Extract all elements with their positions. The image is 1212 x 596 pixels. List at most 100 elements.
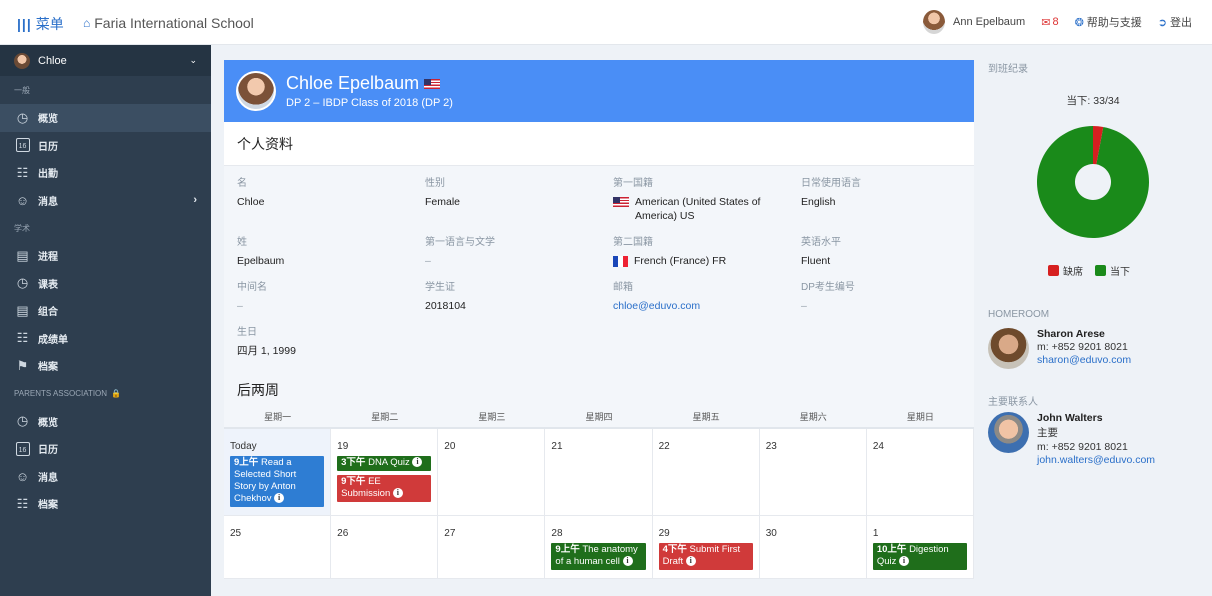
primary-contact: John Walters 主要 m: +852 9201 8021 john.w… xyxy=(988,412,1155,466)
info-icon: i xyxy=(685,556,696,567)
sidebar-item-pa-calendar[interactable]: 16 日历 xyxy=(0,435,211,463)
logout-button[interactable]: ➲ 登出 xyxy=(1158,14,1192,30)
sidebar-item-progress[interactable]: ▤ 进程 xyxy=(0,242,211,270)
portfolio-icon: ▤ xyxy=(16,302,29,318)
top-bar: ||| 菜单 ⌂ Faria International School Ann … xyxy=(0,0,1212,45)
calendar-day[interactable]: 28 9上午 The anatomy of a human cell i xyxy=(545,516,653,579)
field-value: American (United States of America) US xyxy=(635,196,761,222)
calendar-icon: 16 xyxy=(14,137,31,154)
mail-button[interactable]: ✉ 8 xyxy=(1041,16,1058,29)
progress-icon: ▤ xyxy=(16,247,29,263)
calendar-day[interactable]: 22 xyxy=(652,429,760,516)
calendar-event[interactable]: 9下午 EE Submission i xyxy=(337,475,432,502)
primary-contact-avatar xyxy=(988,412,1029,453)
calendar-day[interactable]: 24 xyxy=(866,429,974,516)
calendar-week-2: 25 26 27 28 9上午 The anatomy of a human c… xyxy=(224,516,974,579)
event-time: 10上午 xyxy=(876,544,907,555)
calendar-day[interactable]: 20 xyxy=(438,429,546,516)
field-label: 名 xyxy=(237,178,247,189)
school-name: Faria International School xyxy=(94,15,254,31)
sidebar-item-pa-files[interactable]: ☷ 档案 xyxy=(0,490,211,518)
calendar-day[interactable]: 19 3下午 DNA Quiz i 9下午 EE Submission i xyxy=(331,429,439,516)
two-week-calendar: 星期一 星期二 星期三 星期四 星期五 星期六 星期日 Today 9上午 Re… xyxy=(224,406,974,579)
calendar-event[interactable]: 3下午 DNA Quiz i xyxy=(337,456,432,471)
calendar-day[interactable]: 30 xyxy=(759,516,867,579)
student-avatar xyxy=(14,52,30,69)
primary-contact-email-link[interactable]: john.walters@eduvo.com xyxy=(1037,454,1155,466)
report-icon: ☷ xyxy=(16,330,29,346)
calendar-icon: 16 xyxy=(14,440,31,457)
home-icon: ⌂ xyxy=(83,16,91,30)
primary-contact-label: 主要联系人 xyxy=(988,397,1038,408)
chevron-down-icon: ⌄ xyxy=(189,55,197,65)
day-number: 28 xyxy=(551,528,563,539)
calendar-event[interactable]: 9上午 Read a Selected Short Story by Anton… xyxy=(230,456,325,507)
field-value: Epelbaum xyxy=(237,255,285,267)
calendar-day[interactable]: 23 xyxy=(759,429,867,516)
day-number: 29 xyxy=(658,528,670,539)
field-label: 第二国籍 xyxy=(613,237,653,248)
calendar-event[interactable]: 10上午 Digestion Quiz i xyxy=(872,543,967,570)
field-dp-number: DP考生编号 – xyxy=(801,278,971,313)
sidebar-item-pa-messages[interactable]: ☺ 消息 xyxy=(0,463,211,491)
sidebar-item-label: 消息 xyxy=(38,472,58,484)
day-number: 20 xyxy=(444,441,456,452)
field-label: 英语水平 xyxy=(801,237,841,248)
sidebar-item-overview[interactable]: ◷ 概览 xyxy=(0,104,211,132)
sidebar-item-attendance[interactable]: ☷ 出勤 xyxy=(0,159,211,187)
homeroom-email-link[interactable]: sharon@eduvo.com xyxy=(1037,354,1131,366)
info-icon: i xyxy=(899,556,910,567)
sidebar-item-report-card[interactable]: ☷ 成绩单 xyxy=(0,325,211,353)
calendar-day[interactable]: 29 4下午 Submit First Draft i xyxy=(652,516,760,579)
calendar-event[interactable]: 4下午 Submit First Draft i xyxy=(658,543,753,570)
attendance-current: 当下: 33/34 xyxy=(1066,95,1120,107)
field-value: Female xyxy=(425,196,461,208)
sidebar-item-messages[interactable]: ☺ 消息 › xyxy=(0,187,211,215)
weekday-label: 星期六 xyxy=(799,412,827,422)
sidebar-item-label: 概览 xyxy=(38,114,58,126)
calendar-day-today[interactable]: Today 9上午 Read a Selected Short Story by… xyxy=(224,429,332,516)
clock-icon: ◷ xyxy=(16,275,29,291)
sidebar-item-portfolio[interactable]: ▤ 组合 xyxy=(0,297,211,325)
sidebar-item-files[interactable]: ⚑ 档案 xyxy=(0,352,211,380)
field-value: – xyxy=(237,300,243,312)
attendance-icon: ☷ xyxy=(16,164,29,180)
sidebar-item-label: 日历 xyxy=(38,141,58,153)
help-icon: ❂ xyxy=(1074,16,1084,29)
field-value: 四月 1, 1999 xyxy=(237,345,296,357)
student-switcher[interactable]: Chloe ⌄ xyxy=(0,45,211,76)
weekday-label: 星期五 xyxy=(692,412,720,422)
event-time: 9上午 xyxy=(234,457,259,468)
sidebar-item-timetable[interactable]: ◷ 课表 xyxy=(0,270,211,298)
sidebar-item-label: 进程 xyxy=(38,252,58,264)
field-label: 第一语言与文学 xyxy=(425,237,495,248)
info-icon: i xyxy=(622,556,633,567)
calendar-day[interactable]: 21 xyxy=(545,429,653,516)
sidebar-item-pa-overview[interactable]: ◷ 概览 xyxy=(0,408,211,436)
menu-button[interactable]: ||| 菜单 xyxy=(17,14,64,34)
field-value: – xyxy=(425,255,431,267)
calendar-event[interactable]: 9上午 The anatomy of a human cell i xyxy=(551,543,646,570)
school-link[interactable]: ⌂ Faria International School xyxy=(83,15,254,31)
profile-avatar xyxy=(236,71,276,111)
sidebar-item-calendar[interactable]: 16 日历 xyxy=(0,132,211,160)
dashboard-icon: ◷ xyxy=(16,109,29,125)
day-number: 1 xyxy=(872,528,879,539)
calendar-day[interactable]: 27 xyxy=(438,516,546,579)
field-value: – xyxy=(801,300,807,312)
user-menu[interactable]: Ann Epelbaum xyxy=(923,10,1025,34)
calendar-day[interactable]: 25 xyxy=(224,516,332,579)
calendar-day[interactable]: 1 10上午 Digestion Quiz i xyxy=(866,516,974,579)
chat-icon: ☺ xyxy=(15,192,30,208)
email-link[interactable]: chloe@eduvo.com xyxy=(613,299,801,313)
menu-label: 菜单 xyxy=(35,16,64,32)
profile-class: DP 2 – IBDP Class of 2018 (DP 2) xyxy=(286,97,453,109)
calendar-day[interactable]: 26 xyxy=(331,516,439,579)
weekday-label: 星期二 xyxy=(371,412,399,422)
field-value: English xyxy=(801,196,836,208)
help-button[interactable]: ❂ 帮助与支援 xyxy=(1075,14,1142,30)
field-label: 第一国籍 xyxy=(613,178,653,189)
homeroom-phone: m: +852 9201 8021 xyxy=(1037,341,1128,353)
event-title: DNA Quiz xyxy=(368,457,410,468)
calendar-week-1: Today 9上午 Read a Selected Short Story by… xyxy=(224,429,974,516)
